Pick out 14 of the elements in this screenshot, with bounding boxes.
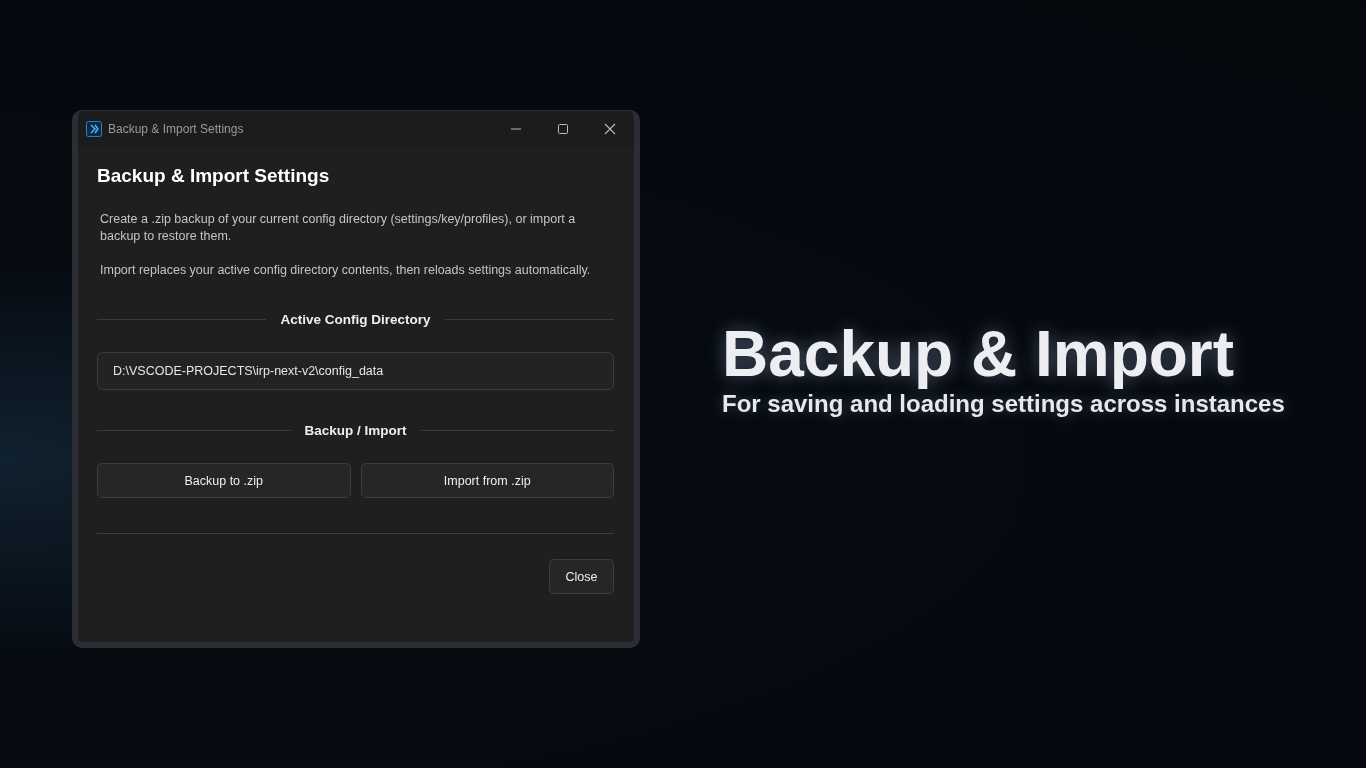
promo-subtitle: For saving and loading settings across instances [722,390,1285,418]
action-button[interactable]: Backup to .zip [97,463,351,498]
dialog-heading: Backup & Import Settings [97,165,331,187]
maximize-icon[interactable] [557,123,569,135]
section-title: Backup / Import [304,423,407,438]
close-button[interactable]: Close [549,559,614,594]
window-title: Backup & Import Settings [108,122,245,136]
close-icon[interactable] [604,123,616,135]
description-text: Create a .zip backup of your current config directory (settings/key/profiles), or import a backup to restore them. [100,211,577,245]
description-text: Import replaces your active config directory contents, then reloads settings automatically. [100,262,592,279]
app-icon [86,121,102,137]
section-title: Active Config Directory [280,312,431,327]
action-button[interactable]: Import from .zip [360,463,614,498]
path-field[interactable]: D:\VSCODE-PROJECTS\irp-next-v2\config_data [97,352,614,390]
